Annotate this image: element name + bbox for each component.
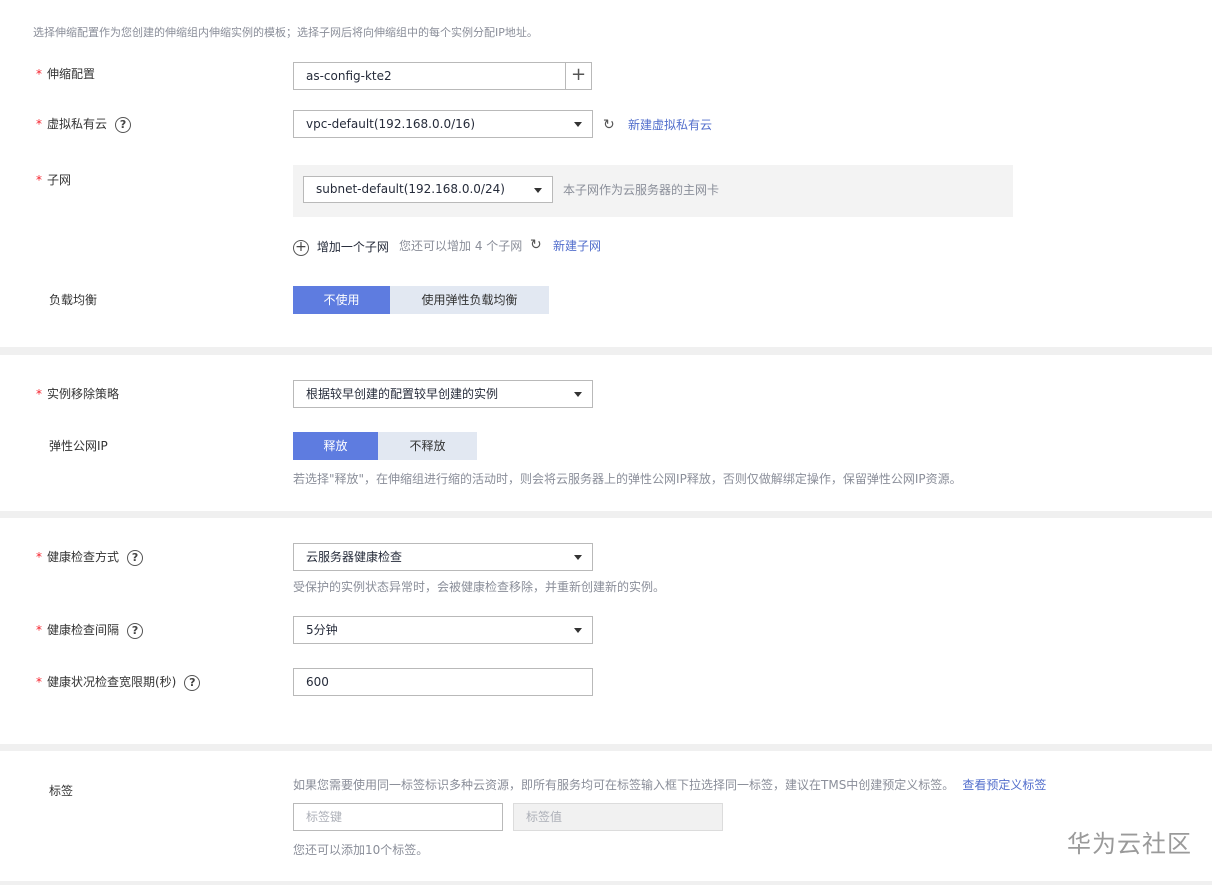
- tag-value-input: 标签值: [513, 803, 723, 831]
- eip-option-release[interactable]: 释放: [293, 432, 378, 460]
- intro-text: 选择伸缩配置作为您创建的伸缩组内伸缩实例的模板；选择子网后将向伸缩组中的每个实例…: [33, 26, 538, 39]
- health-interval-select[interactable]: 5分钟: [293, 616, 593, 644]
- required-mark: *: [36, 623, 42, 637]
- create-subnet-link[interactable]: 新建子网: [553, 238, 601, 254]
- health-check-section: * 健康检查方式? 云服务器健康检查 受保护的实例状态异常时，会被健康检查移除，并…: [0, 518, 1212, 744]
- create-vpc-link[interactable]: 新建虚拟私有云: [628, 117, 712, 133]
- watermark: 华为云社区: [1067, 830, 1192, 858]
- add-config-button[interactable]: +: [565, 62, 592, 90]
- tag-key-input[interactable]: 标签键: [293, 803, 503, 831]
- basic-settings-section: 选择伸缩配置作为您创建的伸缩组内伸缩实例的模板；选择子网后将向伸缩组中的每个实例…: [0, 0, 1212, 347]
- removal-label: * 实例移除策略: [36, 387, 120, 401]
- chevron-down-icon: [534, 188, 542, 193]
- refresh-icon[interactable]: ↻: [603, 117, 615, 133]
- eip-label: 弹性公网IP: [49, 439, 108, 453]
- add-circle-icon: +: [293, 239, 309, 256]
- subnet-label: * 子网: [36, 173, 72, 187]
- add-subnet-button[interactable]: + 增加一个子网: [293, 238, 389, 256]
- eip-hint: 若选择"释放"，在伸缩组进行缩的活动时，则会将云服务器上的弹性公网IP释放，否则…: [293, 472, 962, 486]
- required-mark: *: [36, 675, 42, 689]
- vpc-label: * 虚拟私有云?: [36, 116, 132, 133]
- chevron-down-icon: [574, 555, 582, 560]
- chevron-down-icon: [574, 122, 582, 127]
- health-method-hint: 受保护的实例状态异常时，会被健康检查移除，并重新创建新的实例。: [293, 580, 666, 594]
- lb-label: 负载均衡: [49, 293, 98, 307]
- grace-period-label: * 健康状况检查宽限期(秒)?: [36, 674, 201, 691]
- policy-section: * 实例移除策略 根据较早创建的配置较早创建的实例 弹性公网IP 释放 不释放 若…: [0, 355, 1212, 511]
- tags-section: 标签 如果您需要使用同一标签标识多种云资源，即所有服务均可在标签输入框下拉选择同…: [0, 751, 1212, 881]
- grace-period-input[interactable]: 600: [293, 668, 593, 696]
- subnet-hint: 本子网作为云服务器的主网卡: [563, 183, 720, 197]
- tags-hint: 如果您需要使用同一标签标识多种云资源，即所有服务均可在标签输入框下拉选择同一标签…: [293, 778, 1047, 792]
- help-icon[interactable]: ?: [127, 549, 144, 566]
- vpc-select[interactable]: vpc-default(192.168.0.0/16): [293, 110, 593, 138]
- lb-option-elb[interactable]: 使用弹性负载均衡: [390, 286, 549, 314]
- required-mark: *: [36, 173, 42, 187]
- chevron-down-icon: [574, 628, 582, 633]
- refresh-icon[interactable]: ↻: [530, 237, 542, 253]
- chevron-down-icon: [574, 392, 582, 397]
- required-mark: *: [36, 550, 42, 564]
- health-method-label: * 健康检查方式?: [36, 549, 144, 566]
- config-label: * 伸缩配置: [36, 67, 96, 81]
- help-icon[interactable]: ?: [115, 116, 132, 133]
- help-icon[interactable]: ?: [184, 674, 201, 691]
- eip-option-keep[interactable]: 不释放: [378, 432, 477, 460]
- health-interval-label: * 健康检查间隔?: [36, 622, 144, 639]
- tags-label: 标签: [49, 784, 74, 798]
- help-icon[interactable]: ?: [127, 622, 144, 639]
- health-method-select[interactable]: 云服务器健康检查: [293, 543, 593, 571]
- subnet-select[interactable]: subnet-default(192.168.0.0/24): [303, 176, 553, 203]
- lb-option-none[interactable]: 不使用: [293, 286, 390, 314]
- required-mark: *: [36, 117, 42, 131]
- required-mark: *: [36, 387, 42, 401]
- view-predefined-tags-link[interactable]: 查看预定义标签: [962, 778, 1046, 792]
- config-input[interactable]: as-config-kte2: [293, 62, 566, 90]
- tags-note: 您还可以添加10个标签。: [293, 843, 429, 857]
- removal-policy-select[interactable]: 根据较早创建的配置较早创建的实例: [293, 380, 593, 408]
- add-subnet-hint: 您还可以增加 4 个子网: [399, 239, 523, 253]
- required-mark: *: [36, 67, 42, 81]
